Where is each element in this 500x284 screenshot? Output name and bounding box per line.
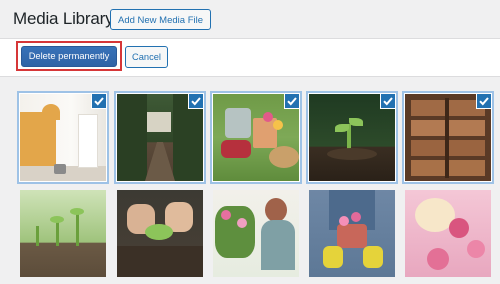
delete-permanently-button[interactable]: Delete permanently <box>21 46 117 67</box>
media-item-pot-gloves[interactable] <box>309 190 395 277</box>
add-new-media-button[interactable]: Add New Media File <box>110 9 212 30</box>
thumbnail-image <box>309 190 395 277</box>
thumbnail-image <box>405 190 491 277</box>
media-item-garden-path[interactable] <box>117 94 203 181</box>
checkmark-icon[interactable] <box>476 94 491 109</box>
thumbnail-image <box>117 190 203 277</box>
thumbnail-image <box>213 190 299 277</box>
checkmark-icon[interactable] <box>284 94 299 109</box>
media-item-sprouts[interactable] <box>20 190 106 277</box>
cancel-button[interactable]: Cancel <box>125 46 168 68</box>
page-title: Media Library <box>13 9 114 28</box>
media-item-woman-flowers[interactable] <box>213 190 299 277</box>
media-item-wooden-shelves[interactable] <box>405 94 491 181</box>
media-item-pink-blossoms[interactable] <box>405 190 491 277</box>
checkmark-icon[interactable] <box>91 94 106 109</box>
media-item-paint-wall[interactable] <box>20 94 106 181</box>
thumbnail-image <box>20 190 106 277</box>
media-item-hands-planting[interactable] <box>117 190 203 277</box>
checkmark-icon[interactable] <box>188 94 203 109</box>
checkmark-icon[interactable] <box>380 94 395 109</box>
media-item-seedling-soil[interactable] <box>309 94 395 181</box>
media-item-garden-tools[interactable] <box>213 94 299 181</box>
